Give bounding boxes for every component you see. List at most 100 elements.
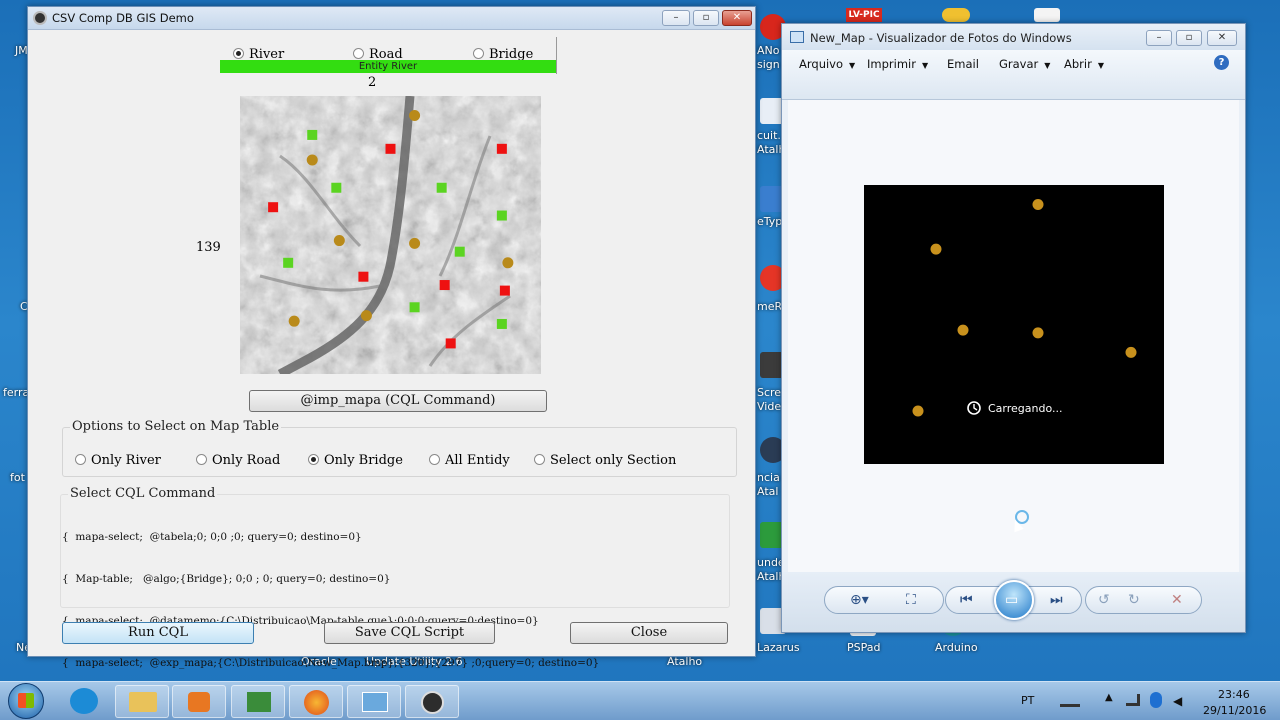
rotate-right-icon[interactable]: ↻ <box>1128 592 1140 608</box>
viewer-minimize-button[interactable]: – <box>1146 30 1172 46</box>
maximize-button[interactable]: ▫ <box>693 10 719 26</box>
menu-email-label: Email <box>947 57 979 71</box>
gold-marker <box>306 154 318 166</box>
radio-road-dot[interactable] <box>353 48 364 59</box>
minimize-button[interactable]: – <box>662 10 690 26</box>
gold-marker <box>333 235 345 247</box>
menu-gravar[interactable]: Gravar ▼ <box>999 57 1050 71</box>
desktop-label[interactable]: Vide <box>757 400 781 413</box>
option-all-entidy[interactable]: All Entidy <box>429 453 510 468</box>
circuit-icon <box>247 692 271 712</box>
gold-marker <box>360 310 372 322</box>
desktop-label[interactable]: cuit. <box>757 129 781 142</box>
taskbar-media[interactable] <box>172 685 226 718</box>
lvpic-icon[interactable]: LV-PIC <box>846 8 882 22</box>
desktop-label[interactable]: Atal <box>757 485 778 498</box>
taskbar-explorer[interactable] <box>115 685 169 718</box>
count-left: 139 <box>196 240 221 255</box>
option-only-bridge[interactable]: Only Bridge <box>308 453 403 468</box>
desktop-label[interactable]: Arduino <box>935 641 978 654</box>
viewer-titlebar[interactable]: New_Map - Visualizador de Fotos do Windo… <box>782 24 1245 50</box>
green-marker <box>283 257 294 268</box>
green-marker <box>454 246 465 257</box>
app-titlebar[interactable]: CSV Comp DB GIS Demo – ▫ ✕ <box>28 7 755 30</box>
desktop-label[interactable]: ncia <box>757 471 780 484</box>
red-marker <box>439 280 450 291</box>
options-groupbox: Options to Select on Map Table Only Rive… <box>62 419 737 477</box>
delete-icon[interactable]: ✕ <box>1171 592 1183 608</box>
menu-imprimir[interactable]: Imprimir ▼ <box>867 57 928 71</box>
desktop-label[interactable]: PSPad <box>847 641 880 654</box>
shortcut-icon[interactable] <box>942 8 970 22</box>
network-icon[interactable] <box>1060 693 1080 707</box>
clock-time[interactable]: 23:46 <box>1218 688 1250 701</box>
menu-arquivo[interactable]: Arquivo ▼ <box>799 57 855 71</box>
menu-abrir[interactable]: Abrir ▼ <box>1064 57 1104 71</box>
green-marker <box>496 318 507 329</box>
radio-bridge-dot[interactable] <box>473 48 484 59</box>
run-cql-button[interactable]: Run CQL <box>62 622 254 644</box>
viewer-canvas: Carregando... <box>788 100 1239 572</box>
option-only-river[interactable]: Only River <box>75 453 161 468</box>
close-button[interactable]: Close <box>570 622 728 644</box>
fit-window-icon[interactable]: ⛶ <box>906 592 916 608</box>
option-only-road-dot[interactable] <box>196 454 207 465</box>
cql-editor[interactable]: { mapa-select; @tabela;0; 0;0 ;0; query=… <box>62 502 725 669</box>
app-icon <box>33 11 47 25</box>
viewer-menubar: Arquivo ▼ Imprimir ▼ Email Gravar ▼ Abrir ▼ … <box>782 50 1245 100</box>
gis-map-image[interactable] <box>240 96 541 374</box>
desktop-label[interactable]: meR <box>757 300 782 313</box>
close-window-button[interactable]: ✕ <box>722 10 752 26</box>
viewer-close-button[interactable]: ✕ <box>1207 30 1237 46</box>
viewer-image-bg <box>864 185 1164 464</box>
taskbar-app[interactable] <box>231 685 285 718</box>
taskbar-photo-viewer[interactable] <box>347 685 401 718</box>
entity-bar: Entity River <box>220 60 556 73</box>
option-only-road[interactable]: Only Road <box>196 453 280 468</box>
option-only-river-dot[interactable] <box>75 454 86 465</box>
clock-date[interactable]: 29/11/2016 <box>1203 704 1266 717</box>
rotate-left-icon[interactable]: ↺ <box>1098 592 1110 608</box>
save-cql-script-button[interactable]: Save CQL Script <box>324 622 495 644</box>
taskbar-firefox[interactable] <box>289 685 343 718</box>
viewer-dot <box>1032 199 1044 211</box>
green-marker <box>436 182 447 193</box>
desktop-label[interactable]: fot <box>10 471 25 484</box>
ie-icon[interactable] <box>70 688 98 714</box>
taskbar-lazarus[interactable] <box>405 685 459 718</box>
viewer-maximize-button[interactable]: ▫ <box>1176 30 1202 46</box>
green-marker <box>409 302 420 313</box>
radio-river-dot[interactable] <box>233 48 244 59</box>
menu-email[interactable]: Email <box>947 57 979 71</box>
previous-icon[interactable]: ⏮ <box>960 592 973 608</box>
language-indicator[interactable]: PT <box>1021 694 1034 707</box>
help-icon[interactable]: ? <box>1214 55 1229 70</box>
gold-marker <box>288 315 300 327</box>
red-marker <box>268 202 279 213</box>
bluetooth-icon[interactable] <box>1150 692 1162 708</box>
desktop-label[interactable]: Lazarus <box>757 641 800 654</box>
show-hidden-icons[interactable]: ▲ <box>1105 692 1113 703</box>
viewer-image[interactable]: Carregando... <box>864 185 1164 464</box>
zoom-icon[interactable]: ⊕▾ <box>850 592 869 608</box>
desktop-label[interactable]: eTyp <box>757 215 782 228</box>
viewer-dot <box>930 243 942 255</box>
desktop-label[interactable]: sign <box>757 58 780 71</box>
cql-line: { mapa-select; @tabela;0; 0;0 ;0; query=… <box>62 531 362 543</box>
volume-icon[interactable]: ◀ <box>1173 694 1182 708</box>
next-icon[interactable]: ⏭ <box>1050 592 1063 608</box>
desktop-label[interactable]: Scre <box>757 386 781 399</box>
option-only-bridge-dot[interactable] <box>308 454 319 465</box>
red-marker <box>496 143 507 154</box>
option-select-section-dot[interactable] <box>534 454 545 465</box>
desktop-label[interactable]: ANo <box>757 44 779 57</box>
viewer-controls: ⊕▾ ⛶ ⏮ ▭ ⏭ ↺ ↻ ✕ <box>782 572 1245 632</box>
desktop-label[interactable]: ferra <box>3 386 29 399</box>
option-all-entidy-dot[interactable] <box>429 454 440 465</box>
desktop-label[interactable]: JM <box>15 44 28 57</box>
signal-icon[interactable] <box>1126 694 1140 706</box>
shortcut-icon[interactable] <box>1034 8 1060 22</box>
option-select-section[interactable]: Select only Section <box>534 453 676 468</box>
imp-mapa-button[interactable]: @imp_mapa (CQL Command) <box>249 390 547 412</box>
green-marker <box>331 182 342 193</box>
